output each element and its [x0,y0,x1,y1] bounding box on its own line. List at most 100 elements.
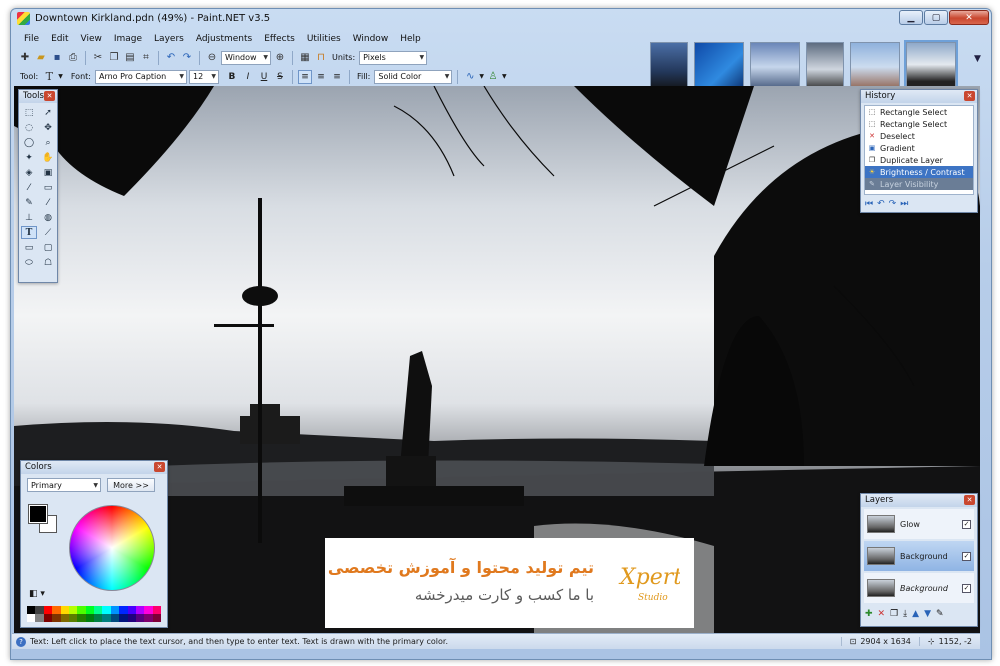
rounded-rectangle-icon[interactable]: ▢ [40,241,56,254]
rectangle-shape-icon[interactable]: ▭ [21,241,37,254]
font-size-combo[interactable]: 12 ▼ [188,69,219,84]
menu-layers[interactable]: Layers [148,34,190,44]
move-up-icon[interactable]: ▲ [912,609,919,619]
history-item[interactable]: ▣ Gradient [865,142,973,154]
copy-icon[interactable]: ❐ [107,51,121,65]
crop-icon[interactable]: ⌗ [139,51,153,65]
history-item[interactable]: ❐ Duplicate Layer [865,154,973,166]
menu-image[interactable]: Image [108,34,148,44]
merge-down-icon[interactable]: ⤓ [903,609,907,619]
menu-file[interactable]: File [18,34,45,44]
eraser-icon[interactable]: ▭ [40,181,56,194]
underline-button[interactable]: U [257,70,271,84]
units-combo[interactable]: Pixels ▼ [359,50,428,65]
menu-help[interactable]: Help [394,34,427,44]
antialiasing-icon[interactable]: ∿ [463,70,477,84]
chevron-down-icon[interactable]: ▼ [479,73,484,80]
paste-icon[interactable]: ▤ [123,51,137,65]
close-icon[interactable]: ✕ [44,91,55,101]
layer-visibility-checkbox[interactable]: ✓ [962,519,971,529]
image-thumbnail[interactable] [750,42,800,92]
close-icon[interactable]: ✕ [964,495,975,505]
history-panel-header[interactable]: History ✕ [861,90,977,103]
gradient-tool-icon[interactable]: ▣ [40,166,56,179]
palette-menu-icon[interactable]: ◧ ▾ [29,589,45,599]
ellipse-select-icon[interactable]: ◯ [21,136,37,149]
lasso-select-icon[interactable]: ◌ [21,121,37,134]
new-file-icon[interactable]: ✚ [18,51,32,65]
cut-icon[interactable]: ✂ [91,51,105,65]
strikethrough-button[interactable]: S [273,70,287,84]
move-selected-icon[interactable]: ✥ [40,121,56,134]
menu-effects[interactable]: Effects [258,34,301,44]
image-thumbnail-selected[interactable] [904,40,958,94]
fill-combo[interactable]: Solid Color ▼ [374,69,453,84]
undo-icon[interactable]: ↶ [877,199,885,209]
italic-button[interactable]: I [241,70,255,84]
layer-row-selected[interactable]: Background ✓ [864,541,974,571]
primary-color-swatch[interactable] [28,504,48,524]
menu-utilities[interactable]: Utilities [301,34,347,44]
maximize-button[interactable]: ▢ [924,10,948,25]
undo-icon[interactable]: ↶ [164,51,178,65]
grid-icon[interactable]: ▦ [298,51,312,65]
line-curve-icon[interactable]: ⟋ [40,226,56,239]
layer-properties-icon[interactable]: ✎ [936,609,944,619]
close-icon[interactable]: ✕ [154,462,165,472]
color-mode-combo[interactable]: Primary ▼ [27,478,101,492]
align-center-icon[interactable]: ≡ [314,70,328,84]
paintbrush-icon[interactable]: ⁄ [21,181,37,194]
add-layer-icon[interactable]: ✚ [865,609,873,619]
history-item[interactable]: ⬚ Rectangle Select [865,106,973,118]
layer-row[interactable]: Background ✓ [864,573,974,603]
ruler-icon[interactable]: ⊓ [314,51,328,65]
magic-wand-icon[interactable]: ✦ [21,151,37,164]
fast-forward-icon[interactable]: ⏭ [900,199,908,209]
rewind-icon[interactable]: ⏮ [865,199,873,209]
layers-panel-header[interactable]: Layers ✕ [861,494,977,507]
save-icon[interactable]: ▪ [50,51,64,65]
layer-visibility-checkbox[interactable]: ✓ [962,583,971,593]
chevron-down-icon[interactable]: ▼ [502,73,507,80]
color-wheel[interactable] [69,505,155,591]
zoom-out-icon[interactable]: ⊖ [205,51,219,65]
minimize-button[interactable]: ▁ [899,10,923,25]
zoom-combo[interactable]: Window ▼ [221,50,271,65]
image-thumbnail[interactable] [850,42,900,92]
layer-visibility-checkbox[interactable]: ✓ [962,551,971,561]
clone-stamp-icon[interactable]: ⊥ [21,211,37,224]
image-thumbnail[interactable] [806,42,844,92]
freeform-shape-icon[interactable]: ☖ [40,256,56,269]
more-colors-button[interactable]: More >> [107,478,155,492]
move-selection-icon[interactable]: ➚ [40,106,56,119]
menu-edit[interactable]: Edit [45,34,74,44]
image-thumbnail[interactable] [650,42,688,92]
redo-icon[interactable]: ↷ [889,199,897,209]
ellipse-shape-icon[interactable]: ⬭ [21,256,37,269]
menu-view[interactable]: View [75,34,108,44]
zoom-in-icon[interactable]: ⊕ [273,51,287,65]
align-left-icon[interactable]: ≡ [297,69,312,84]
menu-window[interactable]: Window [347,34,395,44]
history-item-selected[interactable]: ☀ Brightness / Contrast [865,166,973,178]
move-down-icon[interactable]: ▼ [924,609,931,619]
color-picker-icon[interactable]: ⁄ [40,196,56,209]
thumbnail-scroll-icon[interactable]: ▼ [974,54,996,64]
history-item-redo[interactable]: ✎ Layer Visibility [865,178,973,190]
menu-adjustments[interactable]: Adjustments [190,34,258,44]
font-combo[interactable]: Arno Pro Caption ▼ [94,69,187,84]
image-thumbnail[interactable] [694,42,744,92]
duplicate-layer-icon[interactable]: ❐ [890,609,898,619]
open-folder-icon[interactable]: ▰ [34,51,48,65]
title-bar[interactable]: Downtown Kirkland.pdn (49%) - Paint.NET … [11,9,991,29]
chevron-down-icon[interactable]: ▼ [58,73,63,80]
history-item[interactable]: ⬚ Rectangle Select [865,118,973,130]
close-button[interactable]: ✕ [949,10,989,25]
rectangle-select-icon[interactable]: ⬚ [21,106,37,119]
recolor-icon[interactable]: ◍ [40,211,56,224]
colors-panel-header[interactable]: Colors ✕ [21,461,167,474]
layer-row[interactable]: Glow ✓ [864,509,974,539]
pan-tool-icon[interactable]: ✋ [40,151,56,164]
color-palette[interactable] [27,606,161,622]
text-tool-icon[interactable]: T [21,226,37,239]
